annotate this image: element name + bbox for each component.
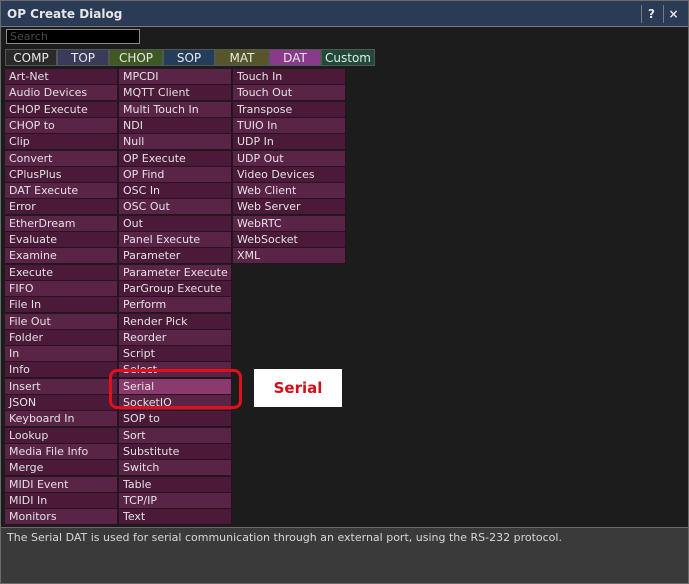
operator-item[interactable]: Clip [5,134,118,151]
op-create-dialog: OP Create Dialog ? × COMPTOPCHOPSOPMATDA… [0,0,689,584]
operator-item[interactable]: EtherDream [5,215,118,232]
operator-item[interactable]: Perform [119,297,232,314]
operator-item[interactable]: Substitute [119,443,232,460]
title-bar[interactable]: OP Create Dialog ? × [1,1,688,27]
operator-item[interactable]: Null [119,134,232,151]
operator-item[interactable]: Panel Execute [119,232,232,248]
operator-item[interactable]: Script [119,346,232,363]
operator-item[interactable]: Lookup [5,427,118,444]
operator-item[interactable]: UDP Out [233,150,346,167]
operator-item[interactable]: Error [5,199,118,216]
operator-item[interactable]: MIDI Event [5,476,118,493]
operator-item[interactable]: MIDI In [5,492,118,509]
tab-chop[interactable]: CHOP [109,49,163,66]
operator-item[interactable]: Web Server [233,199,346,216]
operator-item[interactable]: Transpose [233,101,346,118]
operator-item[interactable]: XML [233,248,346,265]
operator-item[interactable]: OSC In [119,183,232,200]
operator-item[interactable]: MPCDI [119,69,232,85]
operator-item[interactable]: NDI [119,117,232,134]
operator-item[interactable]: Media File Info [5,443,118,460]
operator-item[interactable]: Table [119,476,232,493]
tab-custom[interactable]: Custom [321,49,375,66]
operator-item[interactable]: Keyboard In [5,411,118,428]
operator-item[interactable]: Insert [5,378,118,395]
operator-item[interactable]: DAT Execute [5,183,118,200]
operator-item[interactable]: MQTT Client [119,85,232,102]
operator-item[interactable]: OP Execute [119,150,232,167]
operator-item[interactable]: ParGroup Execute [119,280,232,297]
annotation-label: Serial [254,369,342,407]
operator-item[interactable]: Reorder [119,329,232,346]
operator-item[interactable]: CPlusPlus [5,166,118,183]
operator-item[interactable]: Web Client [233,183,346,200]
operator-item[interactable]: SOP to [119,411,232,428]
operator-item[interactable]: Touch In [233,69,346,85]
operator-item[interactable]: CHOP to [5,117,118,134]
operator-item[interactable]: OP Find [119,166,232,183]
operator-item[interactable]: File Out [5,313,118,330]
tab-top[interactable]: TOP [57,49,109,66]
operator-item[interactable]: Sort [119,427,232,444]
tab-mat[interactable]: MAT [215,49,269,66]
tab-sop[interactable]: SOP [163,49,215,66]
help-button[interactable]: ? [641,5,661,23]
operator-item[interactable]: Execute [5,264,118,281]
operator-item[interactable]: File In [5,297,118,314]
operator-item[interactable]: Touch Out [233,85,346,102]
window-title: OP Create Dialog [7,7,123,21]
operator-item[interactable]: Switch [119,460,232,477]
operator-item[interactable]: Convert [5,150,118,167]
operator-item[interactable]: OSC Out [119,199,232,216]
operator-item[interactable]: Parameter Execute [119,264,232,281]
operator-item[interactable]: WebSocket [233,232,346,248]
annotation-highlight-box [109,369,242,409]
operator-item[interactable]: Audio Devices [5,85,118,102]
operator-item[interactable]: WebRTC [233,215,346,232]
close-button[interactable]: × [663,5,683,23]
operator-item[interactable]: Merge [5,460,118,477]
operator-item[interactable]: Render Pick [119,313,232,330]
operator-item[interactable]: Info [5,362,118,379]
status-description: The Serial DAT is used for serial commun… [7,531,562,544]
operator-item[interactable]: Monitors [5,509,118,526]
operator-item[interactable]: Evaluate [5,232,118,248]
operator-item[interactable]: Video Devices [233,166,346,183]
search-input[interactable] [6,29,140,44]
operator-item[interactable]: Out [119,215,232,232]
operator-item[interactable]: TUIO In [233,117,346,134]
operator-item[interactable]: CHOP Execute [5,101,118,118]
operator-item[interactable]: Examine [5,248,118,265]
tab-dat[interactable]: DAT [269,49,321,66]
operator-item[interactable]: Text [119,509,232,526]
operator-item[interactable]: Parameter [119,248,232,265]
tab-comp[interactable]: COMP [5,49,57,66]
status-bar: The Serial DAT is used for serial commun… [1,527,688,583]
operator-item[interactable]: FIFO [5,280,118,297]
operator-item[interactable]: In [5,346,118,363]
operator-item[interactable]: UDP In [233,134,346,151]
operator-item[interactable]: TCP/IP [119,492,232,509]
operator-item[interactable]: Multi Touch In [119,101,232,118]
operator-item[interactable]: Folder [5,329,118,346]
operator-item[interactable]: Art-Net [5,69,118,85]
operator-item[interactable]: JSON [5,395,118,411]
